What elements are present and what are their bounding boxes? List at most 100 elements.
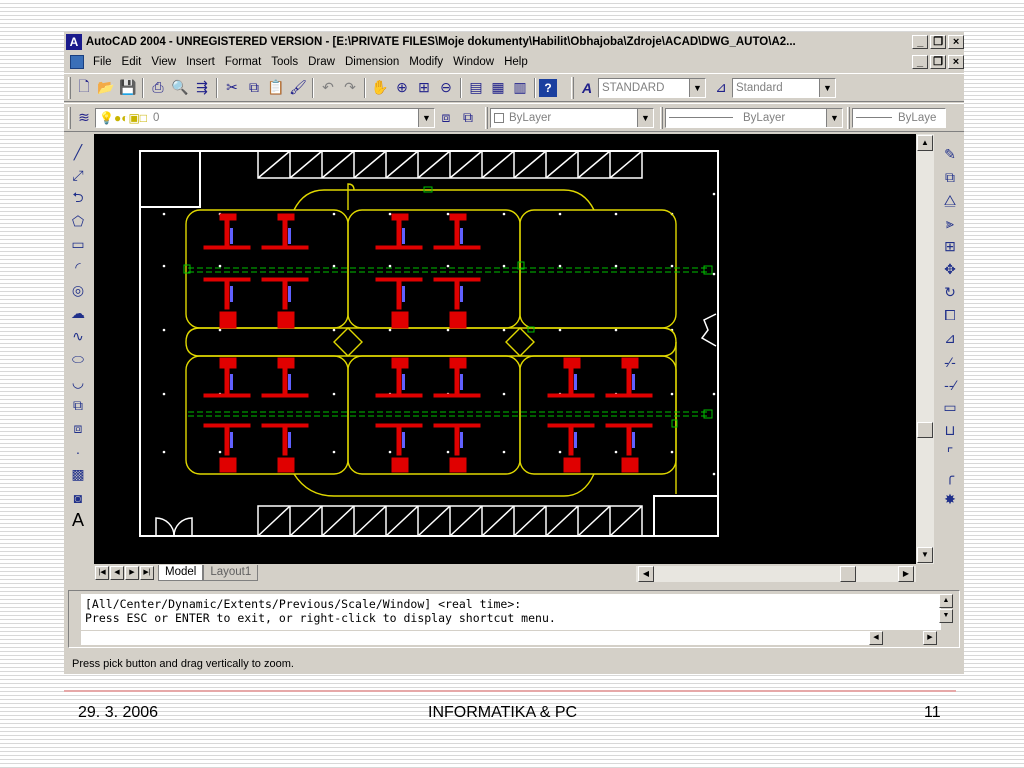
break-at-point-icon[interactable]: ▭ (938, 396, 962, 419)
scale-icon[interactable]: ⧠ (938, 304, 962, 327)
doc-close-button[interactable]: × (948, 55, 964, 69)
prev-tab-button[interactable]: ◀ (110, 566, 124, 580)
toolbar-grip[interactable] (660, 106, 663, 129)
drawing-area[interactable] (94, 134, 916, 564)
restore-button[interactable]: ❐ (930, 35, 947, 49)
chevron-down-icon[interactable]: ▼ (819, 78, 835, 97)
paste-icon[interactable]: 📋 (265, 77, 287, 99)
tab-model[interactable]: Model (158, 565, 204, 581)
design-center-icon[interactable]: ▦ (487, 77, 509, 99)
region-icon[interactable]: ◙ (66, 486, 90, 509)
explode-icon[interactable]: ✸ (938, 488, 962, 511)
insert-block-icon[interactable]: ⧉ (66, 394, 90, 417)
first-tab-button[interactable]: |◀ (95, 566, 109, 580)
doc-minimize-button[interactable]: _ (912, 55, 928, 69)
zoom-previous-icon[interactable]: ⊖ (435, 77, 457, 99)
toolbar-grip[interactable] (847, 106, 850, 129)
layer-manager-icon[interactable]: ≋ (73, 107, 95, 129)
trim-icon[interactable]: -⁄- (938, 350, 962, 373)
rotate-icon[interactable]: ↻ (938, 281, 962, 304)
stretch-icon[interactable]: ⊿ (938, 327, 962, 350)
vertical-scrollbar[interactable]: ▲ ▼ (916, 134, 934, 564)
chevron-down-icon[interactable]: ▼ (689, 78, 705, 97)
lineweight-combo[interactable]: ByLaye (852, 107, 946, 128)
layer-previous-icon[interactable]: ⧉ (457, 107, 479, 129)
multiline-text-icon[interactable]: A (66, 509, 90, 532)
preview-icon[interactable]: 🔍 (169, 77, 191, 99)
toolbar-grip[interactable] (571, 76, 574, 99)
line-icon[interactable]: ╱ (66, 141, 90, 164)
layer-combo[interactable]: 💡●◐▣□ 0 ▼ (95, 107, 435, 128)
toolbar-grip[interactable] (68, 106, 71, 129)
pan-icon[interactable]: ✋ (369, 77, 391, 99)
point-icon[interactable]: · (66, 440, 90, 463)
menu-draw[interactable]: Draw (303, 56, 340, 68)
chevron-down-icon[interactable]: ▼ (418, 108, 434, 127)
undo-icon[interactable]: ↶ (317, 77, 339, 99)
ellipse-arc-icon[interactable]: ◡ (66, 371, 90, 394)
menu-insert[interactable]: Insert (181, 56, 220, 68)
toolbar-grip[interactable] (68, 76, 71, 99)
toolbar-grip[interactable] (485, 106, 488, 129)
text-style-combo[interactable]: STANDARD ▼ (598, 77, 706, 98)
vertical-scroll-thumb[interactable] (917, 422, 933, 438)
menu-modify[interactable]: Modify (404, 56, 448, 68)
scroll-right-button[interactable]: ▶ (898, 566, 914, 582)
command-scroll-left-button[interactable]: ◀ (869, 631, 883, 645)
dim-style-combo[interactable]: Standard ▼ (732, 77, 836, 98)
make-layer-current-icon[interactable]: ⧈ (435, 107, 457, 129)
offset-icon[interactable]: ⫸ (938, 212, 962, 235)
command-scroll-up-button[interactable]: ▲ (939, 594, 953, 608)
new-icon[interactable]: 🗋 (73, 77, 95, 99)
rectangle-icon[interactable]: ▭ (66, 233, 90, 256)
mirror-icon[interactable]: ⧋ (938, 189, 962, 212)
last-tab-button[interactable]: ▶| (140, 566, 154, 580)
chamfer-icon[interactable]: ⌜ (938, 442, 962, 465)
menu-dimension[interactable]: Dimension (340, 56, 404, 68)
tab-layout1[interactable]: Layout1 (203, 565, 259, 581)
menu-window[interactable]: Window (448, 56, 499, 68)
color-combo[interactable]: ByLayer ▼ (490, 107, 654, 128)
break-icon[interactable]: ⊔ (938, 419, 962, 442)
menu-edit[interactable]: Edit (117, 56, 147, 68)
command-scroll-down-button[interactable]: ▼ (939, 609, 953, 623)
scroll-down-button[interactable]: ▼ (917, 547, 933, 563)
polygon-icon[interactable]: ⬠ (66, 210, 90, 233)
open-icon[interactable]: 📂 (95, 77, 117, 99)
document-icon[interactable] (70, 55, 84, 69)
copy-icon[interactable]: ⧉ (243, 77, 265, 99)
cut-icon[interactable]: ✂ (221, 77, 243, 99)
copy-object-icon[interactable]: ⧉ (938, 166, 962, 189)
close-button[interactable]: × (948, 35, 964, 49)
publish-icon[interactable]: ⇶ (191, 77, 213, 99)
fillet-icon[interactable]: ╭ (938, 465, 962, 488)
make-block-icon[interactable]: ⧈ (66, 417, 90, 440)
autocad-logo-icon[interactable]: A (66, 34, 82, 50)
zoom-window-icon[interactable]: ⊞ (413, 77, 435, 99)
command-input[interactable] (81, 631, 871, 645)
next-tab-button[interactable]: ▶ (125, 566, 139, 580)
menu-view[interactable]: View (146, 56, 181, 68)
command-scroll-right-button[interactable]: ▶ (923, 631, 937, 645)
menu-file[interactable]: File (88, 56, 117, 68)
erase-icon[interactable]: ✎ (938, 143, 962, 166)
polyline-icon[interactable]: ⮌ (66, 187, 90, 210)
linetype-combo[interactable]: ByLayer ▼ (665, 107, 843, 128)
redo-icon[interactable]: ↷ (339, 77, 361, 99)
drawing-svg[interactable] (94, 134, 916, 564)
scroll-up-button[interactable]: ▲ (917, 135, 933, 151)
menu-tools[interactable]: Tools (266, 56, 303, 68)
save-icon[interactable]: 💾 (117, 77, 139, 99)
chevron-down-icon[interactable]: ▼ (637, 108, 653, 127)
spline-icon[interactable]: ∿ (66, 325, 90, 348)
scroll-left-button[interactable]: ◀ (638, 566, 654, 582)
properties-icon[interactable]: ▤ (465, 77, 487, 99)
revision-cloud-icon[interactable]: ☁ (66, 302, 90, 325)
circle-icon[interactable]: ◎ (66, 279, 90, 302)
doc-restore-button[interactable]: ❐ (930, 55, 946, 69)
horizontal-scroll-thumb[interactable] (840, 566, 856, 582)
construction-line-icon[interactable]: ⤢ (66, 164, 90, 187)
tool-palettes-icon[interactable]: ▥ (509, 77, 531, 99)
ellipse-icon[interactable]: ⬭ (66, 348, 90, 371)
hatch-icon[interactable]: ▩ (66, 463, 90, 486)
